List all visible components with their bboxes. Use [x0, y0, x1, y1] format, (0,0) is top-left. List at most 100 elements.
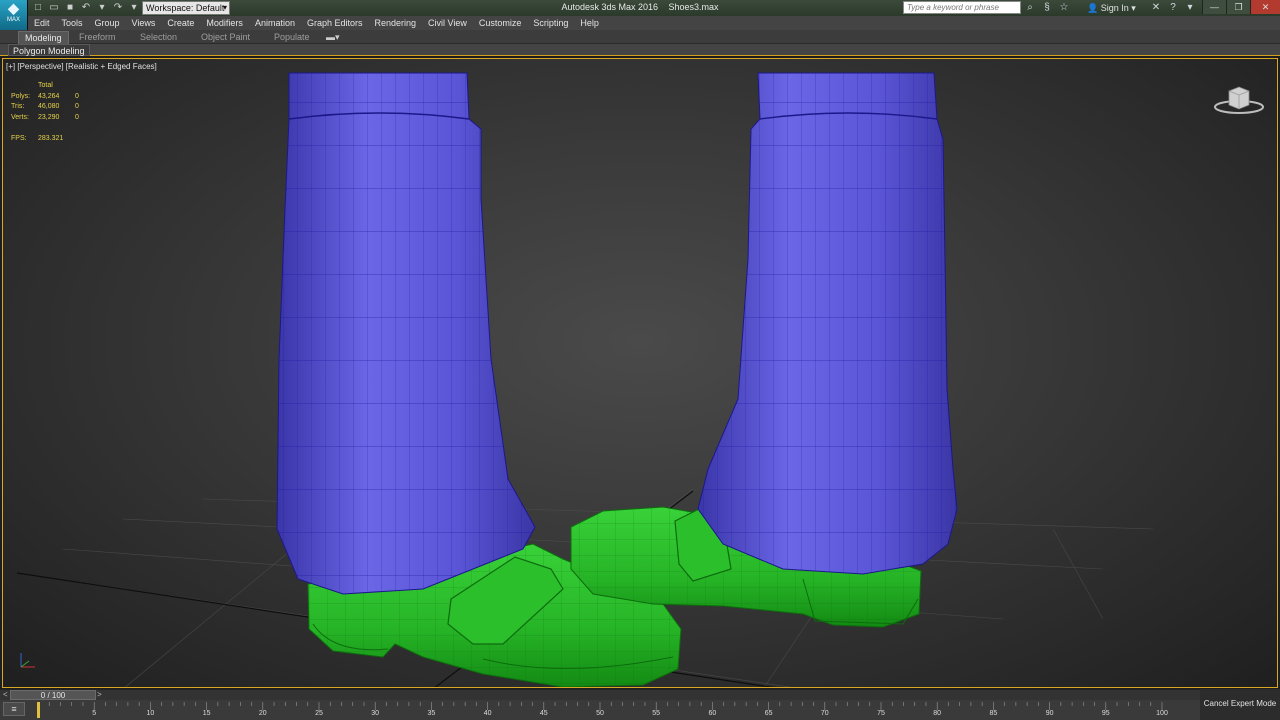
sign-in-button[interactable]: 👤 Sign In ▾: [1087, 3, 1136, 14]
sign-in-label: Sign In: [1100, 3, 1129, 13]
stats-row-tris: Tris: 46,080 0: [11, 102, 85, 113]
binoculars-icon[interactable]: ⌕: [1024, 2, 1036, 14]
timeline-tick-label: 75: [877, 710, 885, 717]
axis-tripod-icon: [20, 653, 35, 668]
favorites-star-icon[interactable]: ☆: [1058, 2, 1070, 14]
menu-tools[interactable]: Tools: [56, 16, 89, 30]
ribbon-options-icon[interactable]: ▬▾: [326, 32, 340, 43]
fps-key: FPS:: [11, 135, 27, 142]
track-bar[interactable]: ≡ 5 10 15 20 25 30 35 40 45 50 55 60 65 70 75 80 85 90 95 1…: [0, 700, 1200, 720]
stats-selected: 0: [75, 113, 79, 121]
tab-freeform[interactable]: Freeform: [73, 31, 122, 43]
search-input[interactable]: Type a keyword or phrase: [903, 1, 1021, 14]
tab-modeling[interactable]: Modeling: [18, 31, 69, 44]
stats-selected: 0: [75, 103, 79, 111]
ribbon-tabs: Modeling Freeform Selection Object Paint…: [0, 30, 1280, 44]
new-file-icon[interactable]: □: [32, 2, 44, 14]
stats-key: Tris:: [11, 103, 25, 111]
close-button[interactable]: ✕: [1250, 0, 1280, 14]
timeline-tick-label: 85: [989, 710, 998, 717]
help-toolbar: ✕ ? ▾: [1150, 2, 1196, 14]
stats-total: 23,290: [38, 113, 60, 121]
user-icon: 👤: [1087, 3, 1099, 13]
chevron-down-icon: ▾: [222, 3, 227, 12]
help-dropdown-icon[interactable]: ▾: [1184, 2, 1196, 14]
timeline-tick-label: 45: [539, 710, 548, 717]
timeline-tick-label: 10: [146, 710, 155, 717]
undo-dropdown-icon[interactable]: ▾: [96, 2, 108, 14]
minimize-button[interactable]: —: [1202, 0, 1226, 14]
tab-populate[interactable]: Populate: [268, 31, 316, 43]
help-icon[interactable]: ?: [1167, 2, 1179, 14]
stats-row-polys: Polys: 43,264 0: [11, 92, 85, 103]
viewcube-icon[interactable]: [1213, 81, 1265, 117]
menu-edit[interactable]: Edit: [28, 16, 56, 30]
fps-value: 283.321: [38, 135, 64, 142]
timeline-tick-label: 100: [1156, 710, 1168, 717]
timeline-tick-label: 25: [315, 710, 323, 717]
redo-icon[interactable]: ↷: [112, 2, 124, 14]
exchange-apps-icon[interactable]: ✕: [1150, 2, 1162, 14]
timeline-tick-label: 20: [258, 710, 267, 717]
redo-dropdown-icon[interactable]: ▾: [128, 2, 140, 14]
menu-rendering[interactable]: Rendering: [369, 16, 423, 30]
menu-help[interactable]: Help: [574, 16, 605, 30]
stats-total: 46,080: [38, 103, 60, 111]
ribbon-panel: Polygon Modeling: [0, 44, 1280, 56]
menu-views[interactable]: Views: [126, 16, 162, 30]
right-sock-mesh: [697, 72, 958, 575]
menu-bar: Edit Tools Group Views Create Modifiers …: [28, 16, 1280, 30]
timeline-tick-label: 95: [1101, 710, 1110, 717]
timeline-tick-label: 35: [427, 710, 436, 717]
timeline-tick-label: 30: [371, 710, 380, 717]
save-icon[interactable]: ■: [64, 2, 76, 14]
timeline-tick-label: 65: [764, 710, 773, 717]
timeline-tick-label: 80: [933, 710, 942, 717]
menu-modifiers[interactable]: Modifiers: [200, 16, 249, 30]
stats-header: Total: [38, 82, 53, 89]
time-slider-thumb[interactable]: 0 / 100: [10, 690, 96, 700]
title-bar: Autodesk 3ds Max 2016 Shoes3.max □ ▭ ■ ↶…: [0, 0, 1280, 16]
logo-text: MAX: [6, 17, 20, 23]
workspace-label: Workspace: Default: [146, 3, 225, 13]
current-frame-marker[interactable]: [37, 702, 40, 718]
undo-icon[interactable]: ↶: [80, 2, 92, 14]
workspace-dropdown[interactable]: Workspace: Default ▾: [142, 1, 230, 15]
infocenter-toolbar: ⌕ § ☆: [1024, 2, 1070, 14]
time-slider-prev[interactable]: <: [3, 690, 8, 699]
quick-access-toolbar: □ ▭ ■ ↶ ▾ ↷ ▾ ▣: [32, 2, 156, 14]
polygon-modeling-panel[interactable]: Polygon Modeling: [8, 44, 90, 56]
menu-civil-view[interactable]: Civil View: [422, 16, 473, 30]
file-name: Shoes3.max: [668, 2, 719, 12]
stats-key: Polys:: [11, 92, 31, 100]
menu-scripting[interactable]: Scripting: [527, 16, 574, 30]
perspective-viewport[interactable]: [+] [Perspective] [Realistic + Edged Fac…: [2, 58, 1278, 688]
timeline-tick-label: 90: [1045, 710, 1054, 717]
viewport-label[interactable]: [+] [Perspective] [Realistic + Edged Fac…: [6, 62, 157, 71]
left-sock-mesh: [276, 72, 536, 595]
timeline-tick-label: 55: [652, 710, 661, 717]
fps-readout: FPS: 283.321: [11, 135, 63, 142]
menu-group[interactable]: Group: [89, 16, 126, 30]
time-slider-next[interactable]: >: [97, 690, 102, 699]
tab-object-paint[interactable]: Object Paint: [195, 31, 256, 43]
cancel-expert-mode-button[interactable]: Cancel Expert Mode: [1200, 689, 1280, 720]
timeline-tick-label: 5: [92, 710, 97, 717]
menu-graph-editors[interactable]: Graph Editors: [301, 16, 369, 30]
timeline-tick-label: 15: [202, 710, 211, 717]
timeline-tick-label: 50: [596, 710, 604, 717]
application-menu-button[interactable]: ◆ MAX: [0, 0, 28, 30]
subscription-icon[interactable]: §: [1041, 2, 1053, 14]
max-logo-icon: ◆: [8, 0, 19, 16]
menu-create[interactable]: Create: [161, 16, 200, 30]
restore-button[interactable]: ❐: [1226, 0, 1250, 14]
timeline-tick-label: 70: [820, 710, 829, 717]
timeline-tick-label: 60: [708, 710, 717, 717]
menu-animation[interactable]: Animation: [249, 16, 301, 30]
menu-customize[interactable]: Customize: [473, 16, 528, 30]
statistics-overlay: Total Polys: 43,264 0 Tris: 46,080 0 Ver…: [11, 81, 85, 123]
scene-render: [16, 72, 1154, 687]
open-file-icon[interactable]: ▭: [48, 2, 60, 14]
tab-selection[interactable]: Selection: [134, 31, 183, 43]
time-slider[interactable]: < 0 / 100 >: [0, 689, 1280, 700]
